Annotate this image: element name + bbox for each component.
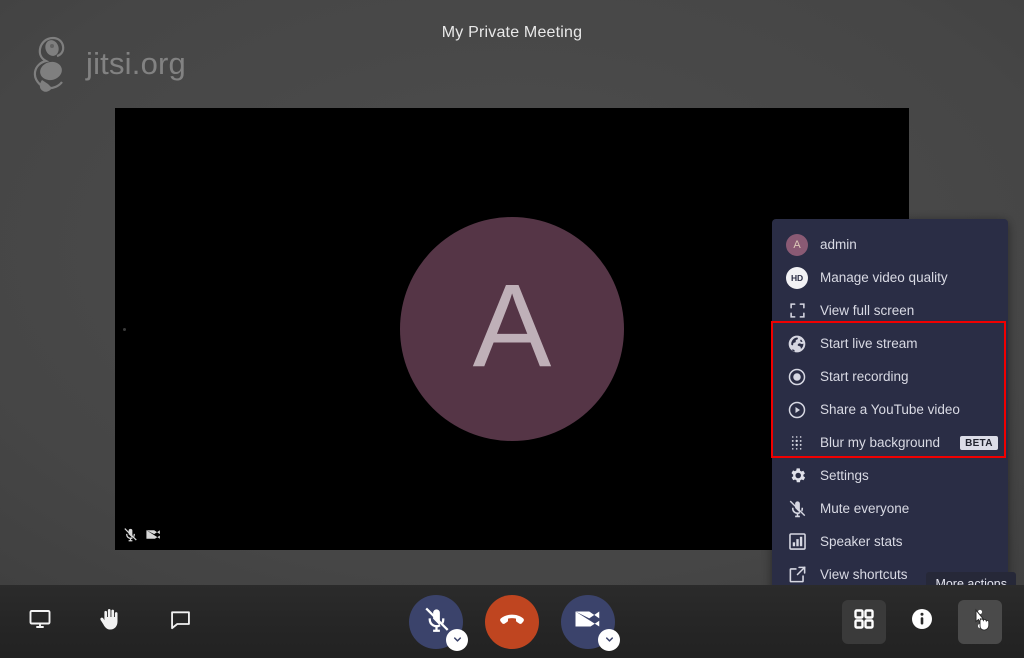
menu-item-label: Start recording	[820, 369, 909, 384]
hangup-button[interactable]	[485, 594, 539, 649]
microphone-muted-icon	[423, 606, 450, 638]
menu-item-speaker-stats[interactable]: Speaker stats	[772, 525, 1008, 558]
avatar-icon: A	[786, 233, 808, 256]
beta-badge: BETA	[960, 435, 998, 450]
hd-badge-icon: HD	[786, 266, 808, 289]
menu-item-share-youtube[interactable]: Share a YouTube video	[772, 393, 1008, 426]
menu-item-label: Share a YouTube video	[820, 402, 960, 417]
menu-avatar-initial: A	[786, 233, 808, 256]
external-link-icon	[786, 564, 808, 586]
menu-item-recording[interactable]: Start recording	[772, 360, 1008, 393]
participant-avatar: A	[400, 217, 624, 441]
menu-item-blur-background[interactable]: Blur my background BETA	[772, 426, 1008, 459]
menu-item-video-quality[interactable]: HD Manage video quality	[772, 261, 1008, 294]
jitsi-logo-icon	[30, 34, 76, 94]
camera-muted-indicator-icon	[145, 527, 162, 542]
menu-item-label: Manage video quality	[820, 270, 948, 285]
avatar-initial: A	[472, 260, 552, 392]
camera-muted-icon	[573, 606, 603, 637]
toolbar-center-group	[409, 594, 620, 651]
menu-item-settings[interactable]: Settings	[772, 459, 1008, 492]
share-screen-button[interactable]	[26, 608, 54, 636]
tile-view-button[interactable]	[842, 599, 886, 644]
mute-video-button[interactable]	[561, 594, 620, 651]
overflow-menu[interactable]: A admin HD Manage video quality View ful…	[772, 219, 1008, 599]
menu-item-label: View shortcuts	[820, 567, 908, 582]
meeting-subject: My Private Meeting	[441, 24, 583, 41]
menu-item-label: Settings	[820, 468, 869, 483]
menu-item-mute-everyone[interactable]: Mute everyone	[772, 492, 1008, 525]
menu-item-label: Speaker stats	[820, 534, 903, 549]
menu-item-label: View full screen	[820, 303, 915, 318]
phone-hangup-icon	[497, 604, 527, 639]
record-circle-icon	[786, 366, 808, 388]
play-circle-icon	[786, 399, 808, 421]
menu-item-full-screen[interactable]: View full screen	[772, 294, 1008, 327]
gear-icon	[786, 465, 808, 487]
mute-audio-button[interactable]	[409, 594, 468, 651]
blur-dots-icon	[786, 432, 808, 454]
stage-status-indicators	[123, 527, 162, 542]
microphone-muted-icon	[786, 498, 808, 520]
video-settings-dropdown[interactable]	[598, 628, 620, 651]
tile-view-icon	[852, 607, 876, 636]
more-actions-button[interactable]	[958, 599, 1002, 644]
info-circle-icon	[910, 607, 934, 636]
raised-hand-icon	[98, 606, 122, 637]
toolbar-right-group	[842, 599, 1002, 644]
stage-dot	[123, 328, 126, 331]
bar-chart-icon	[786, 531, 808, 553]
jitsi-watermark: jitsi.org	[30, 34, 186, 94]
chat-button[interactable]	[166, 608, 194, 636]
more-vertical-icon	[968, 607, 992, 636]
menu-item-label: Blur my background	[820, 435, 941, 450]
menu-item-label: admin	[820, 237, 857, 252]
info-button[interactable]	[900, 600, 944, 644]
menu-item-profile[interactable]: A admin	[772, 228, 1008, 261]
monitor-icon	[27, 607, 53, 636]
bottom-toolbar	[0, 585, 1024, 658]
globe-icon	[786, 333, 808, 355]
fullscreen-icon	[786, 300, 808, 322]
microphone-muted-indicator-icon	[123, 527, 138, 542]
chat-bubble-icon	[168, 608, 193, 636]
menu-item-live-stream[interactable]: Start live stream	[772, 327, 1008, 360]
menu-item-label: Mute everyone	[820, 501, 910, 516]
menu-item-label: Start live stream	[820, 336, 918, 351]
watermark-label: jitsi.org	[86, 46, 186, 81]
raise-hand-button[interactable]	[96, 608, 124, 636]
audio-settings-dropdown[interactable]	[446, 628, 468, 651]
toolbar-left-group	[26, 608, 194, 636]
